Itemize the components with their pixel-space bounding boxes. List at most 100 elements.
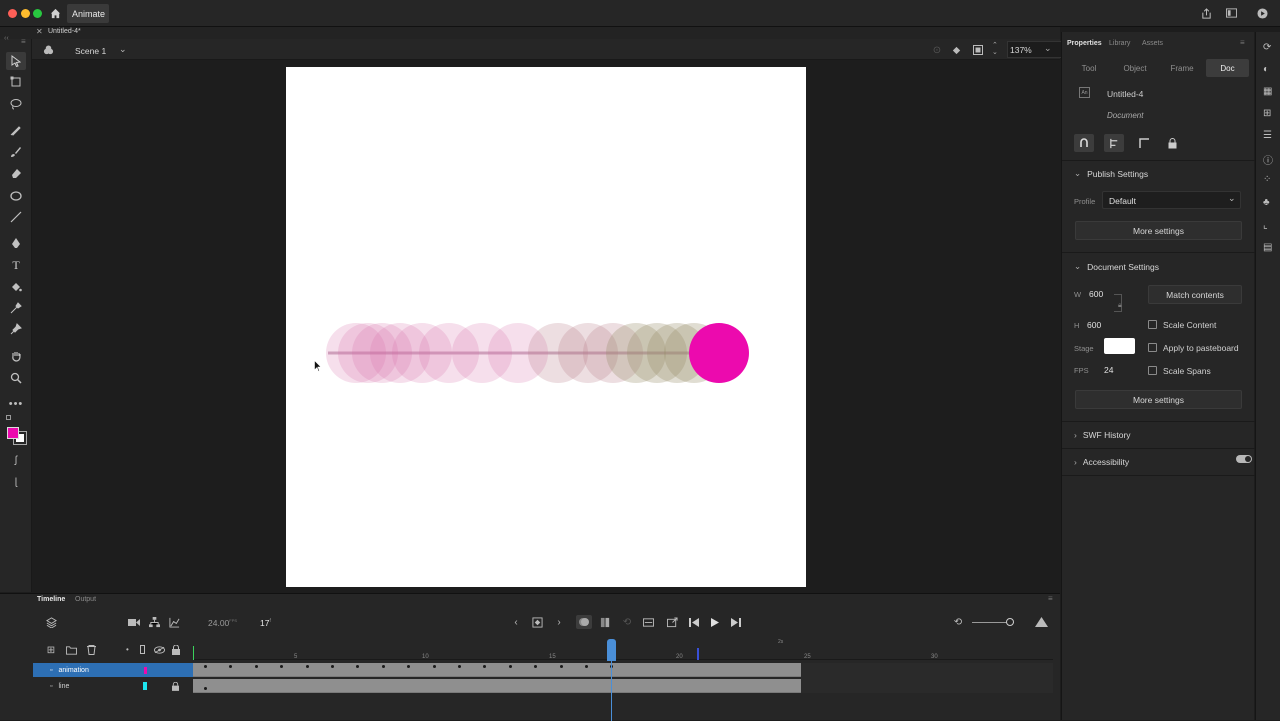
zoom-slider-thumb[interactable] [1006,618,1014,626]
smooth-icon[interactable]: ʃ [6,451,26,469]
line-frames[interactable] [193,679,801,693]
keyframe[interactable] [559,665,563,668]
lock-all-icon[interactable] [171,644,181,656]
undo-zoom-icon[interactable]: ⟲ [952,616,964,628]
keyframe[interactable] [280,665,284,668]
play-icon[interactable] [709,616,721,628]
constrain-lock-icon[interactable]: 🔒︎ [1118,302,1122,310]
keyframe[interactable] [204,687,207,690]
tab-timeline[interactable]: Timeline [37,596,65,603]
workspace-icon[interactable] [1225,7,1237,19]
step-back-icon[interactable] [688,616,700,628]
hand-icon[interactable] [6,347,26,365]
onion-end-marker[interactable] [697,648,699,660]
selection-icon[interactable] [6,52,26,70]
more-icon[interactable]: ••• [6,395,26,413]
keyframe[interactable] [381,665,385,668]
layer-row-line[interactable]: ▫ line [33,679,193,693]
document-tab[interactable]: Untitled-4* [48,28,81,35]
stage-color-swatch[interactable] [1104,338,1135,354]
keyframe[interactable] [458,665,461,668]
minimize-window-icon[interactable] [21,9,30,18]
export-icon[interactable] [666,616,678,628]
prev-keyframe-icon[interactable]: ‹ [510,616,522,628]
lasso-icon[interactable] [6,95,26,113]
maximize-window-icon[interactable] [33,9,42,18]
frame-readout[interactable]: 17f [260,618,271,628]
keyframe[interactable] [483,665,487,668]
outline-icon[interactable] [140,645,145,654]
home-icon[interactable] [48,6,62,20]
collapse-icon[interactable]: ‹‹ [4,35,9,42]
snap-icon[interactable] [1074,134,1094,152]
align-icon[interactable]: ☰ [1263,130,1272,141]
parenting-icon[interactable] [147,616,161,628]
share-icon[interactable] [1200,7,1212,19]
motion-icon[interactable]: ⁘ [1263,174,1271,185]
layer-locked-icon[interactable] [172,681,179,693]
color-panel-icon[interactable]: ◐ [1263,64,1269,75]
tab-library[interactable]: Library [1109,40,1130,47]
match-contents-button[interactable]: Match contents [1148,285,1242,304]
accessibility-header[interactable]: › Accessibility [1074,457,1129,467]
layer-color-tag[interactable] [144,667,147,674]
fill-color-swatch[interactable] [7,427,19,439]
keyframe[interactable] [356,665,360,668]
doc-more-settings-button[interactable]: More settings [1075,390,1242,409]
publish-settings-header[interactable]: ⌄ Publish Settings [1074,168,1148,179]
eyedropper-icon[interactable] [6,299,26,317]
free-transform-icon[interactable] [6,73,26,91]
highlight-layers-icon[interactable]: • [126,645,129,654]
corner-icon[interactable] [1134,134,1154,152]
keyframe[interactable] [331,665,334,668]
tab-assets[interactable]: Assets [1142,40,1163,47]
brush-icon[interactable] [6,121,26,139]
grid-icon[interactable]: ⊞ [1263,108,1271,119]
swatches-icon[interactable]: ▦ [1263,86,1272,97]
fps-field[interactable]: 24 [1104,365,1113,375]
subtab-doc[interactable]: Doc [1206,59,1249,77]
paint-bucket-icon[interactable] [6,278,26,296]
panel-menu-icon[interactable]: ≡ [21,37,26,46]
zoom-stepper-icon[interactable]: ⌃ ⌄ [992,42,998,56]
layers-icon[interactable] [44,616,58,628]
fps-readout[interactable]: 24.00FPS [208,618,237,628]
subtab-frame[interactable]: Frame [1165,59,1199,77]
keyframe[interactable] [254,665,258,668]
edit-multiple-frames-icon[interactable] [599,616,611,628]
layer-row-animation[interactable]: ▫ animation [33,663,193,677]
frame-ruler[interactable]: 5 10 15 20 25 30 2s [193,639,1053,660]
straighten-icon[interactable]: ɭ [6,473,26,491]
document-settings-header[interactable]: ⌄ Document Settings [1074,261,1159,272]
delete-layer-icon[interactable] [85,644,97,656]
keyframe[interactable] [229,665,233,668]
scale-content-checkbox[interactable] [1148,320,1157,329]
keyframe[interactable] [305,665,309,668]
stage[interactable] [286,67,806,587]
swf-history-header[interactable]: › SWF History [1074,430,1131,440]
fit-frames-icon[interactable] [1034,616,1048,628]
motion-editor-icon[interactable]: ⌞ [1263,220,1268,231]
paint-brush-icon[interactable] [6,143,26,161]
line-icon[interactable] [6,208,26,226]
components-icon[interactable]: ♣ [1263,197,1270,208]
panel-menu-icon[interactable]: ≡ [1240,38,1245,47]
zoom-icon[interactable] [6,369,26,387]
publish-more-settings-button[interactable]: More settings [1075,221,1242,240]
pen-icon[interactable] [6,234,26,252]
subtab-tool[interactable]: Tool [1074,59,1104,77]
align-stage-icon[interactable] [1104,134,1124,152]
cc-libraries-icon[interactable]: ⟳ [1263,42,1271,53]
subtab-object[interactable]: Object [1118,59,1152,77]
scale-spans-checkbox[interactable] [1148,366,1157,375]
graph-icon[interactable] [167,616,181,628]
default-colors-icon[interactable] [6,415,11,420]
clip-stage-icon[interactable] [972,44,984,56]
keyframe[interactable] [534,665,538,668]
next-keyframe-icon[interactable]: › [553,616,565,628]
layer-name[interactable]: line [58,683,69,690]
lock-icon[interactable] [1162,134,1182,152]
empty-frames[interactable] [801,663,1053,693]
frame-picker-icon[interactable]: ▤ [1263,242,1272,253]
oval-icon[interactable] [6,187,26,205]
